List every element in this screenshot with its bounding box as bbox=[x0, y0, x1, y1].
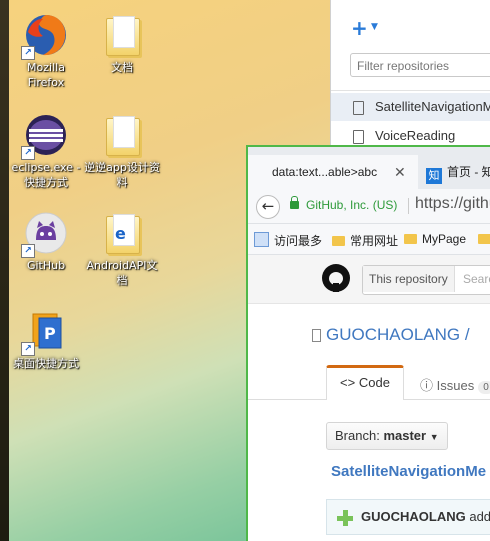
chevron-down-icon[interactable]: ▼ bbox=[371, 22, 378, 32]
repo-name: VoiceReading bbox=[375, 128, 456, 143]
repo-icon bbox=[353, 130, 364, 144]
folder-icon bbox=[404, 234, 417, 244]
folder-icon bbox=[99, 12, 145, 58]
latest-commit-bar: GUOCHAOLANG add bbox=[326, 499, 490, 535]
ev-certificate-label[interactable]: GitHub, Inc. (US) bbox=[306, 198, 397, 212]
bookmark-label: MyPage bbox=[422, 232, 467, 246]
issues-count: 0 bbox=[478, 381, 490, 394]
desktop-icon-label: AndroidAPI文档 bbox=[86, 259, 158, 287]
github-search[interactable]: This repository Search bbox=[362, 265, 490, 295]
tab-code[interactable]: <> Code bbox=[326, 365, 404, 400]
folder-icon bbox=[478, 234, 490, 244]
repo-name: SatelliteNavigationMe bbox=[375, 99, 490, 114]
desktop-icon-firefox[interactable]: ↗ Mozilla Firefox bbox=[8, 12, 84, 90]
folder-icon bbox=[99, 112, 145, 158]
github-icon: ↗ bbox=[21, 210, 69, 258]
browser-tab[interactable]: 知首页 - 知 bbox=[422, 155, 490, 189]
add-repository-button[interactable]: + bbox=[351, 16, 368, 40]
github-header: This repository Search bbox=[248, 255, 490, 304]
issue-icon: ⓘ bbox=[420, 378, 434, 393]
search-scope-label: This repository bbox=[363, 266, 455, 292]
bookmarks-bar: 访问最多 常用网址 MyPage bbox=[248, 224, 490, 255]
github-logo-icon[interactable] bbox=[322, 264, 350, 292]
tab-label: Code bbox=[358, 375, 390, 390]
desktop-icon-docs[interactable]: 文档 bbox=[84, 12, 160, 75]
close-icon[interactable]: ✕ bbox=[394, 155, 406, 189]
filter-repositories-input[interactable]: Filter repositories bbox=[350, 53, 490, 77]
repo-icon bbox=[312, 329, 321, 342]
firefox-icon: ↗ bbox=[21, 12, 69, 60]
desktop-icon-github[interactable]: ↗ GitHub bbox=[8, 210, 84, 273]
bookmark-icon bbox=[254, 232, 269, 247]
chevron-down-icon: ▼ bbox=[429, 432, 439, 442]
desktop-icon-desktop-shortcut[interactable]: P ↗ 桌面快捷方式 bbox=[8, 308, 84, 371]
tab-label: Issues bbox=[436, 378, 475, 393]
repo-icon bbox=[353, 101, 364, 115]
desktop-icon-label: Mozilla Firefox bbox=[27, 61, 65, 89]
desktop-icon-android-api[interactable]: e AndroidAPI文档 bbox=[84, 210, 160, 288]
back-button[interactable]: ← bbox=[256, 195, 280, 219]
bookmark-label: 常用网址 bbox=[350, 234, 399, 248]
zhihu-icon: 知 bbox=[426, 168, 442, 184]
browser-window: data:text...able>abc ✕ 知首页 - 知 ← GitHub,… bbox=[246, 145, 490, 541]
breadcrumb[interactable]: SatelliteNavigationMe bbox=[331, 463, 486, 480]
browser-tab-active[interactable]: data:text...able>abc ✕ bbox=[248, 155, 418, 189]
bookmark-most-visited[interactable]: 访问最多 bbox=[254, 232, 322, 249]
bookmark-overflow[interactable] bbox=[478, 232, 490, 246]
desktop-icon-label: 逆逆app设计资料 bbox=[84, 161, 160, 189]
code-icon: <> bbox=[340, 375, 356, 390]
tab-bar: data:text...able>abc ✕ 知首页 - 知 bbox=[248, 147, 490, 189]
repo-list-item[interactable]: SatelliteNavigationMe bbox=[331, 93, 490, 121]
tab-title: data:text...able>abc bbox=[272, 165, 378, 179]
folder-ie-icon: e bbox=[99, 210, 145, 256]
desktop-icon-label: 文档 bbox=[111, 61, 133, 74]
lock-icon bbox=[290, 196, 299, 209]
divider bbox=[331, 90, 490, 91]
repo-owner-link[interactable]: GUOCHAOLANG / bbox=[326, 325, 470, 344]
divider bbox=[408, 198, 409, 214]
shortcut-app-icon: P ↗ bbox=[21, 308, 69, 356]
search-input[interactable]: Search bbox=[463, 266, 490, 292]
url-input[interactable]: https://github bbox=[415, 195, 490, 213]
desktop-icon-label: GitHub bbox=[26, 259, 66, 272]
avatar[interactable] bbox=[337, 510, 353, 526]
bookmark-common-sites[interactable]: 常用网址 bbox=[332, 232, 398, 249]
branch-selector-button[interactable]: Branch: master ▼ bbox=[326, 422, 448, 450]
address-bar: ← GitHub, Inc. (US) https://github bbox=[248, 189, 490, 224]
eclipse-icon: ↗ bbox=[21, 112, 69, 160]
repo-title[interactable]: GUOCHAOLANG / bbox=[312, 325, 470, 345]
tab-issues[interactable]: ⓘ Issues 0 bbox=[420, 375, 490, 394]
desktop-icon-app-design[interactable]: 逆逆app设计资料 bbox=[84, 112, 160, 190]
tab-title: 首页 - 知 bbox=[447, 165, 490, 179]
branch-name: master bbox=[383, 428, 427, 443]
bookmark-mypage[interactable]: MyPage bbox=[404, 232, 466, 246]
desktop-icon-label: eclipse.exe - 快捷方式 bbox=[11, 161, 81, 189]
branch-label: Branch: bbox=[335, 428, 380, 443]
bookmark-label: 访问最多 bbox=[274, 234, 323, 248]
commit-author[interactable]: GUOCHAOLANG bbox=[361, 509, 466, 524]
commit-text: GUOCHAOLANG add bbox=[361, 509, 490, 524]
desktop-icon-eclipse[interactable]: ↗ eclipse.exe - 快捷方式 bbox=[8, 112, 84, 190]
svg-text:P: P bbox=[44, 324, 56, 343]
desktop-icon-label: 桌面快捷方式 bbox=[13, 357, 79, 370]
commit-message[interactable]: add bbox=[469, 509, 490, 524]
folder-icon bbox=[332, 236, 345, 246]
